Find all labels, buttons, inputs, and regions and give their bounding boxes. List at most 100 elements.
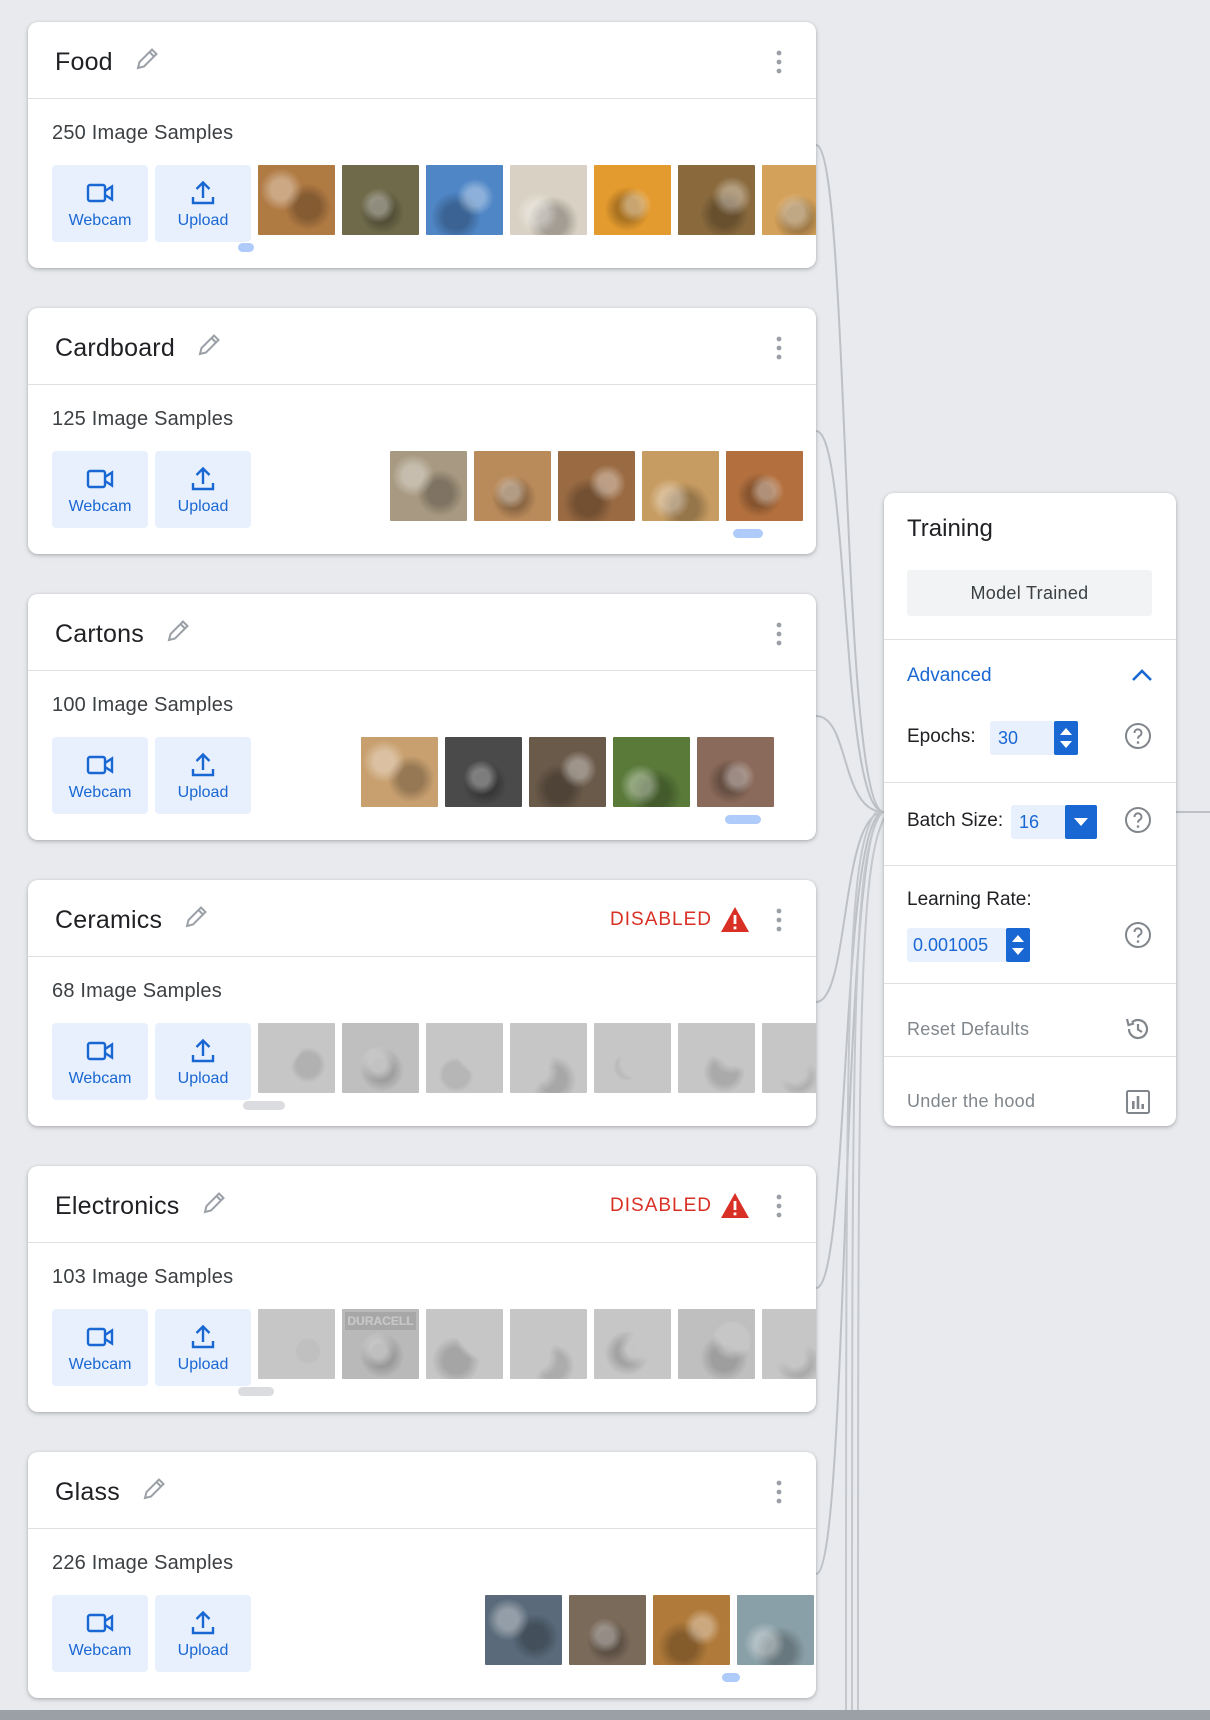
reset-defaults-button[interactable]: Reset Defaults — [907, 1019, 1029, 1040]
webcam-label: Webcam — [68, 497, 132, 515]
more-options-icon[interactable] — [776, 336, 782, 360]
bottom-scrollbar[interactable] — [0, 1710, 1210, 1720]
sample-thumbnail[interactable] — [474, 451, 551, 521]
upload-button[interactable]: Upload — [155, 165, 251, 242]
upload-button[interactable]: Upload — [155, 1023, 251, 1100]
pencil-icon[interactable] — [196, 332, 222, 358]
sample-thumbnail[interactable] — [678, 1023, 755, 1093]
sample-thumbnail[interactable]: DURACELL — [342, 1309, 419, 1379]
sample-thumbnail[interactable] — [594, 165, 671, 235]
thumbnail-scrollbar[interactable] — [243, 1101, 285, 1110]
sample-thumbnail[interactable] — [258, 165, 335, 235]
thumbnail-scrollbar[interactable] — [725, 815, 761, 824]
class-name[interactable]: Glass — [55, 1476, 167, 1507]
sample-thumbnail[interactable] — [613, 737, 690, 807]
sample-thumbnails[interactable] — [258, 165, 816, 235]
more-options-icon[interactable] — [776, 622, 782, 646]
webcam-button[interactable]: Webcam — [52, 165, 148, 242]
class-name[interactable]: Cardboard — [55, 332, 222, 363]
pencil-icon[interactable] — [201, 1190, 227, 1216]
history-icon[interactable] — [1124, 1015, 1152, 1043]
sample-thumbnails[interactable] — [361, 737, 774, 807]
sample-thumbnails[interactable] — [390, 451, 803, 521]
sample-thumbnail[interactable] — [737, 1595, 814, 1665]
sample-thumbnail[interactable] — [426, 1309, 503, 1379]
sample-thumbnail[interactable] — [258, 1309, 335, 1379]
thumbnail-scrollbar[interactable] — [238, 243, 254, 252]
under-the-hood-button[interactable]: Under the hood — [907, 1091, 1035, 1112]
chevron-up-icon[interactable] — [1130, 665, 1154, 683]
learning-rate-stepper-icon[interactable] — [1006, 928, 1030, 962]
bar-chart-icon[interactable] — [1124, 1088, 1152, 1116]
sample-thumbnail[interactable] — [510, 1023, 587, 1093]
sample-thumbnail[interactable] — [653, 1595, 730, 1665]
sample-thumbnails[interactable] — [485, 1595, 814, 1665]
sample-thumbnail[interactable] — [342, 1023, 419, 1093]
sample-thumbnails[interactable]: DURACELL — [258, 1309, 816, 1379]
learning-rate-help-icon[interactable] — [1124, 921, 1152, 949]
advanced-toggle[interactable]: Advanced — [907, 665, 992, 687]
sample-thumbnail[interactable] — [529, 737, 606, 807]
class-name[interactable]: Electronics — [55, 1190, 227, 1221]
sample-thumbnail[interactable] — [762, 1023, 816, 1093]
connector-line — [815, 144, 885, 813]
more-options-icon[interactable] — [776, 50, 782, 74]
pencil-icon[interactable] — [165, 618, 191, 644]
webcam-button[interactable]: Webcam — [52, 1309, 148, 1386]
sample-thumbnail[interactable] — [762, 165, 816, 235]
training-title: Training — [907, 515, 993, 542]
sample-thumbnails[interactable] — [258, 1023, 816, 1093]
epochs-stepper-icon[interactable] — [1054, 721, 1078, 755]
webcam-button[interactable]: Webcam — [52, 451, 148, 528]
upload-button[interactable]: Upload — [155, 1595, 251, 1672]
sample-thumbnail[interactable] — [510, 1309, 587, 1379]
sample-thumbnail[interactable] — [342, 165, 419, 235]
divider — [884, 1056, 1176, 1057]
pencil-icon[interactable] — [134, 46, 160, 72]
sample-thumbnail[interactable] — [594, 1309, 671, 1379]
sample-thumbnail[interactable] — [361, 737, 438, 807]
sample-thumbnail[interactable] — [569, 1595, 646, 1665]
sample-thumbnail[interactable] — [678, 1309, 755, 1379]
webcam-button[interactable]: Webcam — [52, 1595, 148, 1672]
sample-thumbnail[interactable] — [558, 451, 635, 521]
webcam-button[interactable]: Webcam — [52, 737, 148, 814]
upload-button[interactable]: Upload — [155, 737, 251, 814]
sample-thumbnail[interactable] — [510, 165, 587, 235]
more-options-icon[interactable] — [776, 1480, 782, 1504]
thumbnail-scrollbar[interactable] — [733, 529, 763, 538]
sample-thumbnail[interactable] — [726, 451, 803, 521]
upload-button[interactable]: Upload — [155, 451, 251, 528]
connector-line — [815, 715, 885, 813]
sample-thumbnail[interactable] — [642, 451, 719, 521]
upload-icon — [191, 466, 215, 490]
batch-size-help-icon[interactable] — [1124, 806, 1152, 834]
divider — [884, 865, 1176, 866]
more-options-icon[interactable] — [776, 908, 782, 932]
class-name[interactable]: Food — [55, 46, 160, 77]
sample-thumbnail[interactable] — [390, 451, 467, 521]
learning-rate-input[interactable]: 0.001005 — [907, 928, 1007, 962]
class-name[interactable]: Cartons — [55, 618, 191, 649]
sample-thumbnail[interactable] — [594, 1023, 671, 1093]
sample-thumbnail[interactable] — [762, 1309, 816, 1379]
sample-thumbnail[interactable] — [426, 1023, 503, 1093]
sample-thumbnail[interactable] — [697, 737, 774, 807]
upload-button[interactable]: Upload — [155, 1309, 251, 1386]
thumbnail-scrollbar[interactable] — [722, 1673, 740, 1682]
class-name[interactable]: Ceramics — [55, 904, 209, 935]
sample-thumbnail[interactable] — [445, 737, 522, 807]
sample-thumbnail[interactable] — [426, 165, 503, 235]
epochs-help-icon[interactable] — [1124, 722, 1152, 750]
thumbnail-scrollbar[interactable] — [238, 1387, 274, 1396]
pencil-icon[interactable] — [141, 1476, 167, 1502]
webcam-button[interactable]: Webcam — [52, 1023, 148, 1100]
sample-thumbnail[interactable] — [678, 165, 755, 235]
pencil-icon[interactable] — [183, 904, 209, 930]
chevron-down-icon[interactable] — [1065, 805, 1097, 839]
more-options-icon[interactable] — [776, 1194, 782, 1218]
model-trained-button[interactable]: Model Trained — [907, 570, 1152, 616]
sample-thumbnail[interactable] — [485, 1595, 562, 1665]
sample-thumbnail[interactable] — [258, 1023, 335, 1093]
batch-size-select[interactable]: 16 — [1011, 805, 1067, 839]
